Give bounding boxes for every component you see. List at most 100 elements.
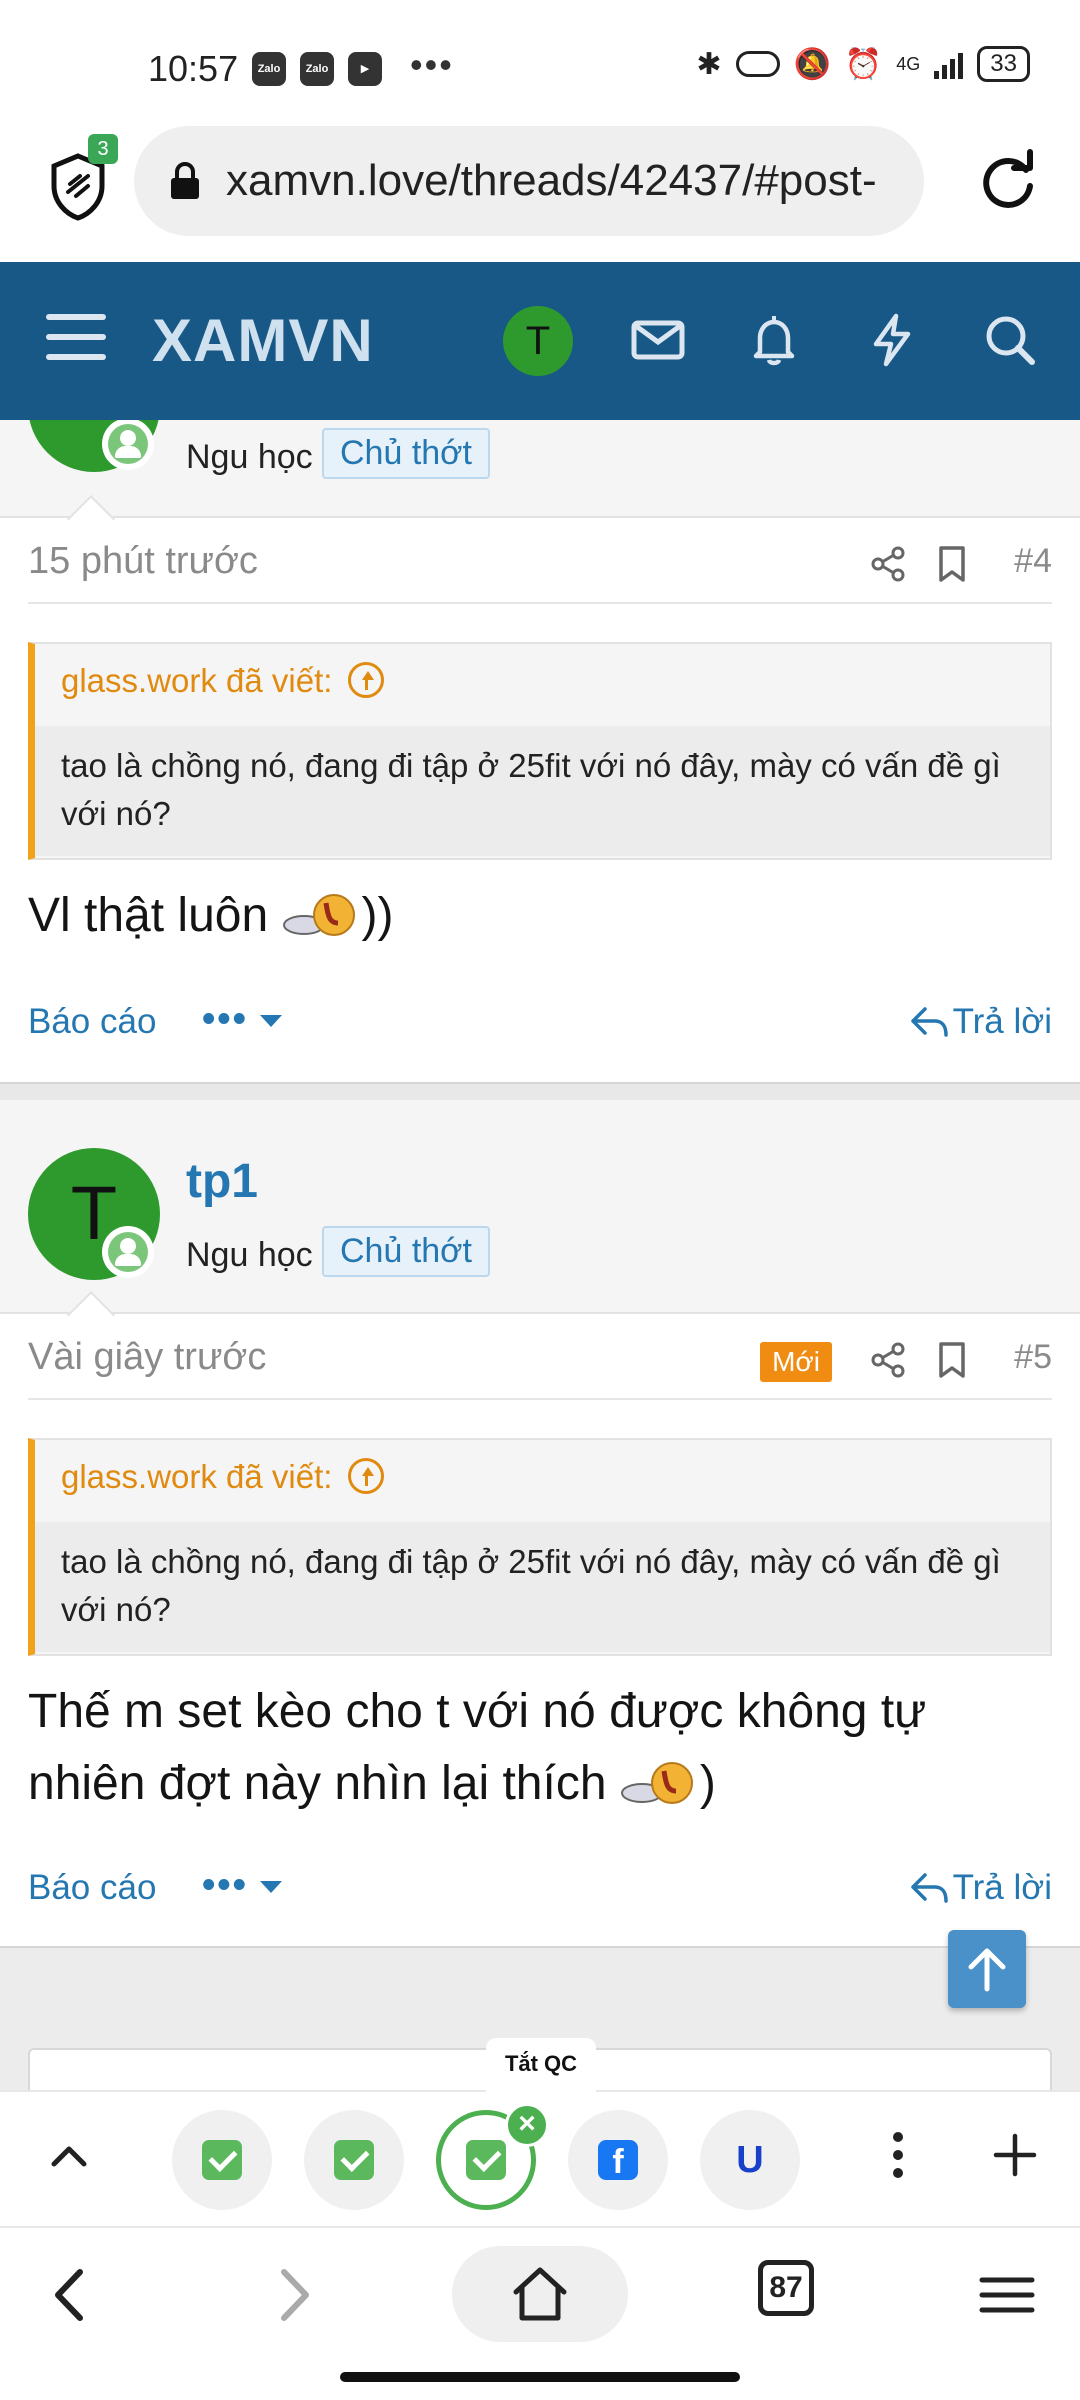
zalo-app-icon: Zalo (300, 52, 334, 86)
quote-text: tao là chồng nó, đang đi tập ở 25fit với… (35, 726, 1050, 856)
zalo-app-icon: Zalo (252, 52, 286, 86)
thread-content: Ngu học Chủ thớt 15 phút trước #4 glass.… (0, 420, 1080, 2090)
search-icon[interactable] (980, 310, 1040, 370)
post-time[interactable]: 15 phút trước (28, 540, 258, 583)
mail-icon[interactable] (628, 310, 688, 370)
back-icon[interactable] (36, 2260, 106, 2330)
sticker-icon (620, 1762, 693, 1804)
site-header: XAMVN T (0, 262, 1080, 420)
status-bar: 10:57 Zalo Zalo ▶ ••• ✱ 🔕 ⏰ 4G 33 (0, 0, 1080, 120)
facebook-icon: f (598, 2140, 638, 2181)
reply-link[interactable]: Trả lời (909, 1002, 1052, 1042)
bookmark-icon[interactable] (934, 1340, 970, 1380)
share-icon[interactable] (868, 1340, 908, 1380)
report-link[interactable]: Báo cáo (28, 1868, 156, 1908)
check-icon (202, 2140, 242, 2180)
post-user-strip: Ngu học Chủ thớt (0, 420, 1080, 518)
jump-to-quote-icon[interactable] (348, 662, 385, 698)
more-notifications-icon: ••• (410, 44, 454, 85)
sticker-icon (282, 894, 355, 936)
quick-item-u[interactable]: U (700, 2110, 800, 2210)
post-meta: 15 phút trước #4 (28, 520, 1052, 604)
more-vertical-icon[interactable] (878, 2132, 918, 2182)
alarm-icon: ⏰ (844, 47, 883, 81)
plus-icon[interactable] (990, 2130, 1040, 2180)
more-dots: ••• (202, 998, 248, 1040)
network-label: 4G (896, 53, 921, 74)
menu-icon[interactable] (972, 2260, 1042, 2330)
reply-link[interactable]: Trả lời (909, 1868, 1052, 1908)
status-time: 10:57 (148, 48, 239, 89)
user-title: Ngu học (186, 1236, 313, 1274)
shield-badge: 3 (88, 134, 118, 164)
post-meta: Vài giây trước Mới #5 (28, 1316, 1052, 1400)
home-icon (513, 2267, 567, 2321)
chevron-down-icon (259, 1015, 282, 1027)
bell-icon[interactable] (744, 310, 804, 370)
user-badge: Chủ thớt (322, 1226, 490, 1277)
user-badge: Chủ thớt (322, 428, 490, 479)
bookmark-icon[interactable] (934, 544, 970, 584)
scroll-to-top-button[interactable] (948, 1930, 1026, 2008)
reply-icon (910, 1873, 948, 1903)
share-icon[interactable] (868, 544, 908, 584)
quick-item-facebook[interactable]: f (568, 2110, 668, 2210)
online-status-icon (102, 1226, 154, 1278)
post-user-strip: T tp1 Ngu học Chủ thớt (0, 1100, 1080, 1314)
more-menu[interactable]: ••• (202, 1864, 282, 1907)
video-app-icon: ▶ (348, 52, 382, 86)
tabs-counter[interactable]: 87 (758, 2260, 814, 2316)
more-dots: ••• (202, 1864, 248, 1906)
u-icon: U (736, 2139, 764, 2181)
arrow-up-icon (968, 1948, 1006, 1992)
header-avatar[interactable]: T (503, 306, 573, 376)
url-field[interactable]: xamvn.love/threads/42437/#post- (134, 126, 924, 236)
quote-block: glass.work đã viết: tao là chồng nó, đan… (28, 642, 1052, 860)
more-menu[interactable]: ••• (202, 998, 282, 1041)
quote-block: glass.work đã viết: tao là chồng nó, đan… (28, 1438, 1052, 1656)
quote-text: tao là chồng nó, đang đi tập ở 25fit với… (35, 1522, 1050, 1652)
bluetooth-icon: ✱ (696, 47, 722, 81)
post-divider (0, 1082, 1080, 1100)
user-title: Ngu học (186, 438, 313, 476)
lock-icon (171, 161, 199, 199)
report-link[interactable]: Báo cáo (28, 1002, 156, 1042)
check-icon (466, 2140, 506, 2180)
url-text[interactable]: xamvn.love/threads/42437/#post- (226, 156, 877, 206)
post-body: Vl thật luôn )) (28, 889, 394, 942)
user-name[interactable]: tp1 (186, 1154, 258, 1209)
toggle-icon (735, 51, 780, 77)
mute-icon: 🔕 (793, 47, 831, 81)
browser-quick-bar: × f U (0, 2090, 1080, 2224)
quick-item-check[interactable] (172, 2110, 272, 2210)
quick-item-check-active[interactable]: × (436, 2103, 549, 2210)
online-status-icon (102, 420, 154, 470)
disable-ads-label[interactable]: Tắt QC (486, 2038, 596, 2092)
lightning-icon[interactable] (862, 310, 922, 370)
post-time[interactable]: Vài giây trước (28, 1336, 266, 1379)
post-body: Thế m set kèo cho t với nó được không tự… (28, 1685, 927, 1810)
new-badge: Mới (760, 1342, 832, 1382)
quick-item-check[interactable] (304, 2110, 404, 2210)
browser-url-row: xamvn.love/threads/42437/#post- (0, 120, 1080, 260)
chevron-up-icon[interactable] (44, 2132, 94, 2182)
forward-icon[interactable] (258, 2260, 328, 2330)
reload-icon[interactable] (976, 148, 1040, 212)
chevron-down-icon (259, 1881, 282, 1893)
reply-icon (910, 1007, 948, 1037)
gesture-bar[interactable] (340, 2372, 740, 2382)
status-icons: ✱ 🔕 ⏰ 4G 33 (696, 46, 1030, 82)
signal-icon (934, 49, 964, 79)
post-number[interactable]: #5 (1014, 1338, 1052, 1377)
site-logo[interactable]: XAMVN (152, 306, 374, 375)
home-button[interactable] (452, 2246, 628, 2342)
post-number[interactable]: #4 (1014, 542, 1052, 581)
battery-icon: 33 (977, 46, 1030, 82)
hamburger-icon[interactable] (46, 314, 106, 364)
quote-author[interactable]: glass.work đã viết: (61, 1458, 385, 1496)
quote-author[interactable]: glass.work đã viết: (61, 662, 385, 700)
browser-nav-bar: 87 (0, 2226, 1080, 2356)
check-icon (334, 2140, 374, 2180)
close-icon[interactable]: × (505, 2103, 549, 2147)
jump-to-quote-icon[interactable] (348, 1458, 385, 1494)
